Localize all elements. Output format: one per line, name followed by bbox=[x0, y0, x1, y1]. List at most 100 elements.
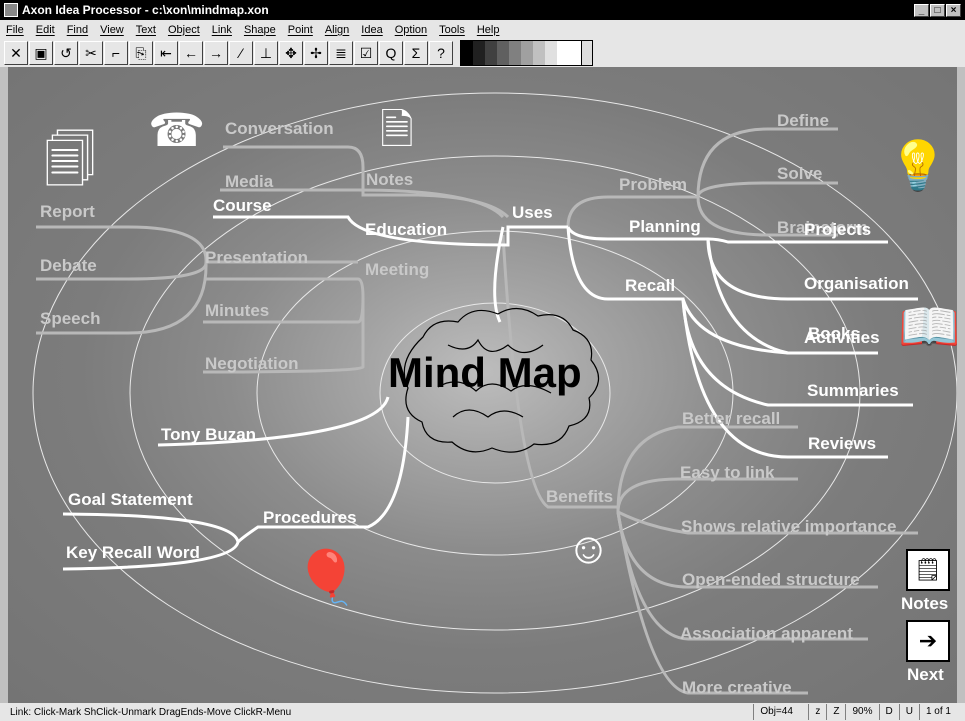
close-icon[interactable]: ✕ bbox=[4, 41, 28, 65]
help-icon[interactable]: ? bbox=[429, 41, 453, 65]
node-problem[interactable]: Problem bbox=[619, 175, 687, 195]
maximize-button[interactable]: □ bbox=[930, 3, 945, 17]
list-icon[interactable]: ≣ bbox=[329, 41, 353, 65]
node-books[interactable]: Books bbox=[808, 324, 860, 344]
menu-help[interactable]: Help bbox=[477, 24, 500, 36]
first-icon[interactable]: ⇤ bbox=[154, 41, 178, 65]
next-button[interactable]: ➔ bbox=[906, 620, 950, 662]
palette-swatch[interactable] bbox=[557, 41, 569, 65]
up-button[interactable]: U bbox=[898, 704, 919, 720]
palette-swatch[interactable] bbox=[533, 41, 545, 65]
close-button[interactable]: × bbox=[946, 3, 961, 17]
pages-icon: 🗐 bbox=[44, 132, 96, 190]
node-procedures[interactable]: Procedures bbox=[263, 508, 357, 528]
document-icon: 🗎 bbox=[380, 106, 414, 153]
menu-edit[interactable]: Edit bbox=[36, 24, 55, 36]
color-palette[interactable] bbox=[460, 40, 593, 66]
forward-icon[interactable]: → bbox=[204, 41, 228, 65]
link-icon[interactable]: ⌐ bbox=[104, 41, 128, 65]
move-icon[interactable]: ✥ bbox=[279, 41, 303, 65]
menu-file[interactable]: File bbox=[6, 24, 24, 36]
check-icon[interactable]: ☑ bbox=[354, 41, 378, 65]
node-minutes[interactable]: Minutes bbox=[205, 301, 269, 321]
menu-link[interactable]: Link bbox=[212, 24, 232, 36]
node-association-apparent[interactable]: Association apparent bbox=[680, 624, 853, 644]
node-report[interactable]: Report bbox=[40, 202, 95, 222]
sigma-icon[interactable]: Σ bbox=[404, 41, 428, 65]
menu-idea[interactable]: Idea bbox=[361, 24, 382, 36]
node-tony-buzan[interactable]: Tony Buzan bbox=[161, 425, 256, 445]
node-key-recall-word[interactable]: Key Recall Word bbox=[66, 543, 200, 563]
menu-option[interactable]: Option bbox=[395, 24, 427, 36]
menu-object[interactable]: Object bbox=[168, 24, 200, 36]
node-goal-statement[interactable]: Goal Statement bbox=[68, 490, 193, 510]
next-label: Next bbox=[907, 665, 944, 684]
node-presentation[interactable]: Presentation bbox=[205, 248, 308, 268]
node-conversation[interactable]: Conversation bbox=[225, 119, 334, 139]
zoom-in-button[interactable]: Z bbox=[826, 704, 845, 720]
node-open-ended-structure[interactable]: Open-ended structure bbox=[682, 570, 860, 590]
paste-icon[interactable]: ⎘ bbox=[129, 41, 153, 65]
node-uses[interactable]: Uses bbox=[512, 203, 553, 223]
wand-icon[interactable]: ⁄ bbox=[229, 41, 253, 65]
node-media[interactable]: Media bbox=[225, 172, 273, 192]
book-icon: 📖 bbox=[898, 299, 957, 355]
palette-scroll-handle[interactable] bbox=[581, 41, 592, 65]
node-meeting[interactable]: Meeting bbox=[365, 260, 429, 280]
node-reviews[interactable]: Reviews bbox=[808, 434, 876, 454]
node-projects[interactable]: Projects bbox=[804, 220, 871, 240]
node-planning[interactable]: Planning bbox=[629, 217, 701, 237]
menu-find[interactable]: Find bbox=[67, 24, 88, 36]
node-notes[interactable]: Notes bbox=[366, 170, 413, 190]
mind-map-canvas[interactable]: Mind Map Uses Notes Conversation Media C… bbox=[8, 67, 957, 703]
node-course[interactable]: Course bbox=[213, 196, 272, 216]
zoom-out-button[interactable]: z bbox=[808, 704, 826, 720]
node-easy-to-link[interactable]: Easy to link bbox=[680, 463, 774, 483]
align-icon[interactable]: ⊥ bbox=[254, 41, 278, 65]
object-count: Obj=44 bbox=[753, 704, 808, 720]
palette-swatch[interactable] bbox=[485, 41, 497, 65]
save-icon[interactable]: ▣ bbox=[29, 41, 53, 65]
palette-swatch[interactable] bbox=[461, 41, 473, 65]
menu-align[interactable]: Align bbox=[325, 24, 349, 36]
node-more-creative[interactable]: More creative bbox=[682, 678, 792, 698]
node-organisation[interactable]: Organisation bbox=[804, 274, 909, 294]
status-message: Link: Click-Mark ShClick-Unmark DragEnds… bbox=[10, 706, 292, 718]
node-summaries[interactable]: Summaries bbox=[807, 381, 899, 401]
lightbulb-icon: 💡 bbox=[888, 140, 948, 193]
node-benefits[interactable]: Benefits bbox=[546, 487, 613, 507]
notes-button[interactable]: 🗒 bbox=[906, 549, 950, 591]
smiley-icon: ☺ bbox=[566, 524, 611, 573]
menu-shape[interactable]: Shape bbox=[244, 24, 276, 36]
node-shows-relative-importance[interactable]: Shows relative importance bbox=[681, 517, 896, 537]
palette-swatch[interactable] bbox=[545, 41, 557, 65]
palette-swatch[interactable] bbox=[521, 41, 533, 65]
node-better-recall[interactable]: Better recall bbox=[682, 409, 780, 429]
scatter-icon[interactable]: ✢ bbox=[304, 41, 328, 65]
notes-label: Notes bbox=[901, 594, 949, 613]
menu-tools[interactable]: Tools bbox=[439, 24, 465, 36]
palette-swatch[interactable] bbox=[569, 41, 581, 65]
node-define[interactable]: Define bbox=[777, 111, 829, 131]
undo-icon[interactable]: ↺ bbox=[54, 41, 78, 65]
node-debate[interactable]: Debate bbox=[40, 256, 97, 276]
menu-point[interactable]: Point bbox=[288, 24, 313, 36]
node-education[interactable]: Education bbox=[365, 220, 447, 240]
down-button[interactable]: D bbox=[878, 704, 899, 720]
palette-swatch[interactable] bbox=[473, 41, 485, 65]
back-icon[interactable]: ← bbox=[179, 41, 203, 65]
node-negotiation[interactable]: Negotiation bbox=[205, 354, 299, 374]
node-recall[interactable]: Recall bbox=[625, 276, 675, 296]
telephone-icon: ☎ bbox=[148, 104, 206, 156]
palette-swatch[interactable] bbox=[509, 41, 521, 65]
center-topic[interactable]: Mind Map bbox=[388, 349, 582, 397]
palette-swatch[interactable] bbox=[497, 41, 509, 65]
minimize-button[interactable]: _ bbox=[914, 3, 929, 17]
cut-icon[interactable]: ✂ bbox=[79, 41, 103, 65]
node-speech[interactable]: Speech bbox=[40, 309, 100, 329]
node-solve[interactable]: Solve bbox=[777, 164, 822, 184]
app-icon[interactable] bbox=[4, 3, 18, 17]
query-icon[interactable]: Q bbox=[379, 41, 403, 65]
menu-text[interactable]: Text bbox=[136, 24, 156, 36]
menu-view[interactable]: View bbox=[100, 24, 124, 36]
